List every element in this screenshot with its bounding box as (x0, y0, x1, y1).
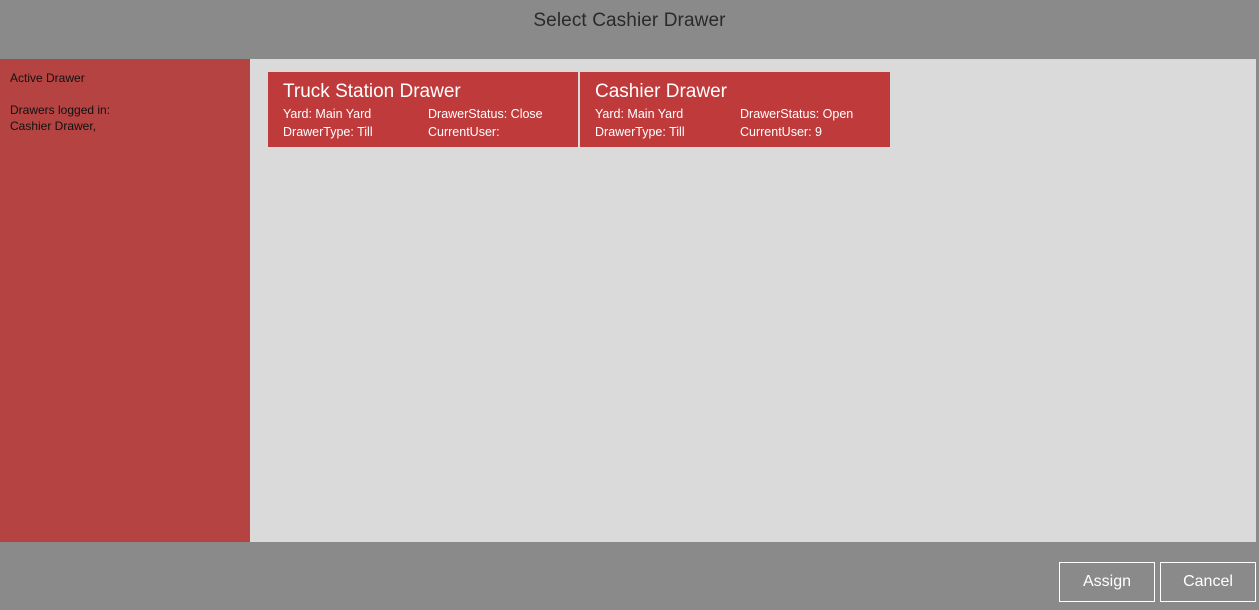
dialog-title: Select Cashier Drawer (533, 10, 726, 31)
drawer-tile-cashier[interactable]: Cashier Drawer Yard: Main Yard DrawerSta… (580, 72, 890, 147)
dialog-header: Select Cashier Drawer (0, 0, 1259, 58)
drawer-current-user: CurrentUser: (428, 125, 500, 139)
drawer-type: DrawerType: Till (595, 125, 685, 139)
drawer-name: Cashier Drawer (595, 81, 727, 102)
logged-in-label: Drawers logged in: (10, 103, 111, 117)
active-drawer-label: Active Drawer (10, 71, 85, 85)
drawer-tile-truck-station[interactable]: Truck Station Drawer Yard: Main Yard Dra… (268, 72, 578, 147)
drawer-yard: Yard: Main Yard (283, 107, 372, 121)
drawer-name: Truck Station Drawer (283, 81, 461, 102)
drawer-status: DrawerStatus: Close (428, 107, 543, 121)
drawer-current-user: CurrentUser: 9 (740, 125, 822, 139)
drawer-yard: Yard: Main Yard (595, 107, 684, 121)
logged-in-drawers: Cashier Drawer, (10, 119, 97, 133)
assign-button[interactable]: Assign (1059, 562, 1155, 602)
drawer-status: DrawerStatus: Open (740, 107, 854, 121)
dialog-footer: Assign Cancel (0, 542, 1259, 610)
drawer-type: DrawerType: Till (283, 125, 373, 139)
drawer-tile-grid: Truck Station Drawer Yard: Main Yard Dra… (250, 59, 1256, 542)
cancel-button[interactable]: Cancel (1160, 562, 1256, 602)
drawer-info-panel: Active Drawer Drawers logged in: Cashier… (0, 59, 250, 542)
